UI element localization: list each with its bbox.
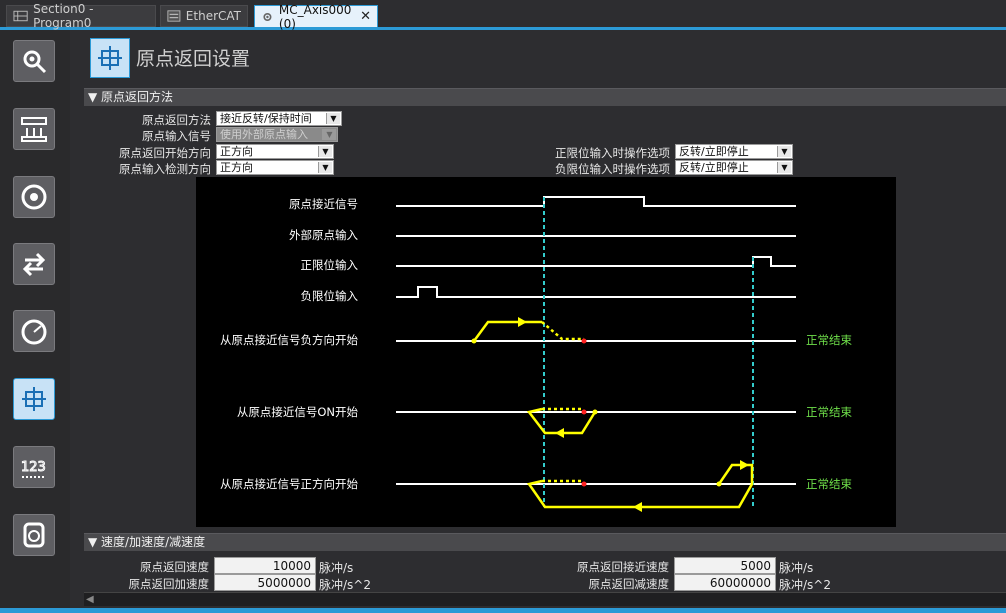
homing-speed-label: 原点返回速度	[140, 560, 209, 574]
chevron-down-icon: ▼	[777, 146, 791, 157]
approach-speed-unit: 脉冲/s	[779, 561, 814, 575]
homing-decel-input[interactable]: 60000000	[674, 574, 776, 591]
case-label: 从原点接近信号ON开始	[237, 405, 359, 419]
home-input-signal-label: 原点输入信号	[142, 129, 211, 143]
homing-decel-label: 原点返回减速度	[588, 577, 670, 591]
case1-path	[472, 320, 542, 342]
stop-point	[581, 338, 587, 344]
homing-decel-unit: 脉冲/s^2	[779, 578, 831, 592]
unit-conversion-icon	[21, 117, 47, 142]
chevron-down-icon: ▼	[318, 146, 332, 157]
arrow-left-icon	[633, 502, 642, 512]
sidebar-item-operation-direction[interactable]	[13, 243, 55, 285]
homing-speed-input[interactable]: 10000	[214, 557, 316, 574]
tab-ethercat[interactable]: EtherCAT	[160, 5, 248, 27]
homing-method-value: 接近反转/保持时间	[220, 112, 312, 125]
homing-speed-unit: 脉冲/s	[319, 561, 354, 575]
position-count-icon: 123	[21, 460, 46, 478]
rotation-icon	[21, 184, 47, 210]
start-point	[471, 338, 477, 344]
chevron-down-icon: ▼	[326, 113, 340, 124]
servo-icon	[23, 522, 45, 548]
detect-direction-value: 正方向	[220, 161, 253, 174]
arrow-right-icon	[518, 317, 527, 327]
svg-text:123: 123	[21, 460, 46, 475]
sidebar-item-speed[interactable]	[13, 310, 55, 352]
case-label: 从原点接近信号负方向开始	[220, 333, 358, 347]
signal-label: 负限位输入	[301, 289, 359, 303]
home-input-signal-value: 使用外部原点输入	[220, 128, 308, 141]
horizontal-scrollbar[interactable]: ◀	[84, 592, 1006, 606]
normal-end-label: 正常结束	[806, 405, 852, 419]
close-icon[interactable]: ✕	[360, 9, 371, 24]
homing-method-select[interactable]: 接近反转/保持时间 ▼	[216, 111, 342, 126]
start-direction-select[interactable]: 正方向 ▼	[216, 144, 334, 159]
gear-icon	[263, 12, 272, 21]
neg-limit-op-value: 反转/立即停止	[679, 161, 749, 174]
arrow-left-icon	[555, 428, 564, 438]
start-point	[592, 409, 598, 415]
bottom-accent-bar	[0, 608, 1006, 613]
homing-method-label: 原点返回方法	[142, 113, 211, 127]
start-direction-value: 正方向	[220, 145, 253, 158]
sidebar-item-unit-conversion[interactable]	[13, 108, 55, 150]
homing-operation-diagram: 原点接近信号 外部原点输入 正限位输入 负限位输入 从原点接近信号负方向开始 从…	[196, 177, 896, 527]
signal-label: 外部原点输入	[289, 228, 358, 242]
approach-speed-input[interactable]: 5000	[674, 557, 776, 574]
start-direction-label: 原点返回开始方向	[119, 146, 211, 160]
ladder-program-icon	[13, 10, 28, 22]
tab-section0-program0[interactable]: Section0 - Program0	[6, 2, 156, 30]
arrow-right-icon	[740, 460, 749, 470]
section-header-speed[interactable]: ▼ 速度/加速度/减速度	[84, 533, 1006, 551]
tab-label: MC_Axis000 (0)	[278, 2, 352, 31]
homing-accel-input[interactable]: 5000000	[214, 574, 316, 591]
signal-label: 正限位输入	[301, 258, 359, 272]
homing-title-icon	[90, 38, 130, 78]
sidebar: 123	[0, 30, 70, 610]
sidebar-item-homing[interactable]	[13, 378, 55, 420]
homing-accel-label: 原点返回加速度	[128, 577, 210, 591]
stop-point	[581, 481, 587, 487]
stop-point	[581, 409, 587, 415]
page-title: 原点返回设置	[136, 48, 251, 70]
normal-end-label: 正常结束	[806, 477, 852, 491]
tab-label: EtherCAT	[185, 9, 241, 23]
detect-direction-select[interactable]: 正方向 ▼	[216, 160, 334, 175]
homing-icon	[22, 387, 46, 411]
signal-label: 原点接近信号	[289, 197, 358, 211]
chevron-down-icon: ▼	[318, 162, 332, 173]
case1-decel	[541, 321, 584, 341]
speed-gauge-icon	[21, 319, 47, 345]
start-point	[716, 481, 722, 487]
case-label: 从原点接近信号正方向开始	[220, 477, 358, 491]
positive-limit-waveform	[396, 256, 796, 267]
settings-search-icon	[23, 50, 47, 74]
sidebar-item-rotation[interactable]	[13, 176, 55, 218]
tab-bar: Section0 - Program0 EtherCAT MC_Axis000 …	[0, 0, 1006, 31]
neg-limit-op-label: 负限位输入时操作选项	[555, 162, 670, 176]
ethercat-icon	[167, 10, 181, 22]
sidebar-item-servo[interactable]	[13, 514, 55, 556]
normal-end-label: 正常结束	[806, 333, 852, 347]
homing-accel-unit: 脉冲/s^2	[319, 578, 371, 592]
pos-limit-op-select[interactable]: 反转/立即停止 ▼	[675, 144, 793, 159]
tab-label: Section0 - Program0	[33, 2, 94, 30]
scroll-left-icon[interactable]: ◀	[86, 594, 94, 605]
home-proximity-waveform	[396, 196, 796, 207]
neg-limit-op-select[interactable]: 反转/立即停止 ▼	[675, 160, 793, 175]
chevron-down-icon: ▼	[322, 129, 336, 140]
tab-mc-axis000[interactable]: MC_Axis000 (0) ✕	[254, 2, 378, 31]
chevron-down-icon: ▼	[777, 162, 791, 173]
operation-direction-icon	[22, 252, 46, 277]
pos-limit-op-value: 反转/立即停止	[679, 145, 749, 158]
main-panel: 原点返回设置 ▼ 原点返回方法 原点返回方法 接近反转/保持时间 ▼ 原点输入信…	[84, 30, 1006, 613]
pos-limit-op-label: 正限位输入时操作选项	[555, 146, 670, 160]
section-header-homing-method[interactable]: ▼ 原点返回方法	[84, 88, 1006, 106]
sidebar-item-settings[interactable]	[13, 40, 55, 82]
sidebar-item-position-count[interactable]: 123	[13, 446, 55, 488]
home-input-signal-select: 使用外部原点输入 ▼	[216, 127, 338, 142]
detect-direction-label: 原点输入检测方向	[119, 162, 211, 176]
approach-speed-label: 原点返回接近速度	[577, 560, 669, 574]
negative-limit-waveform	[396, 286, 796, 298]
